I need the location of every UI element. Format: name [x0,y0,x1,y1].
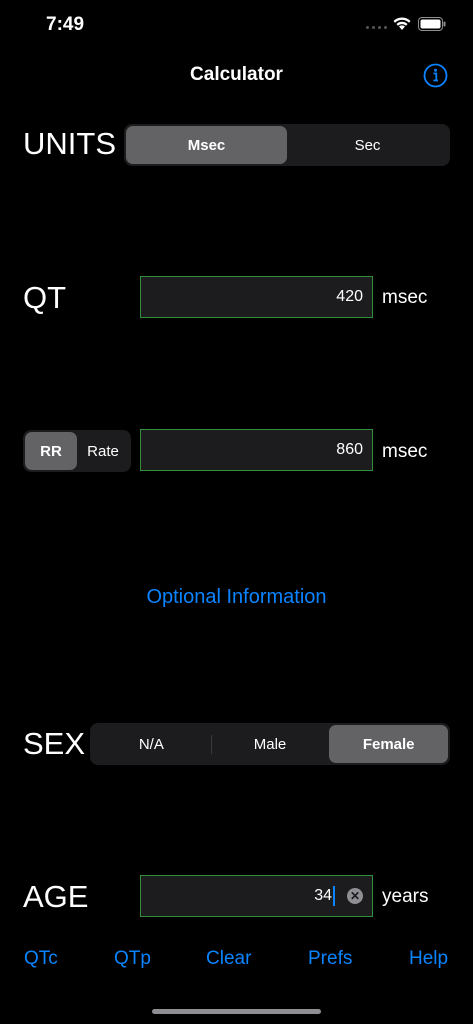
text-cursor [333,886,335,906]
battery-icon [418,17,446,31]
rr-option[interactable]: RR [25,432,77,470]
info-circle-icon[interactable] [423,63,448,88]
toolbar-qtp[interactable]: QTp [114,948,151,970]
toolbar-help[interactable]: Help [409,948,448,970]
qt-label: QT [23,280,67,315]
rate-option[interactable]: Rate [77,432,129,470]
status-time: 7:49 [46,14,85,35]
rr-rate-segmented-control[interactable]: RR Rate [23,430,131,472]
qt-input-value: 420 [336,288,363,305]
age-input[interactable]: 34 ✕ [140,875,373,917]
units-segmented-control[interactable]: Msec Sec [124,124,450,166]
sex-option-na[interactable]: N/A [92,725,211,763]
home-indicator [152,1009,321,1014]
cellular-signal-icon [366,26,387,29]
qt-unit-label: msec [382,287,428,308]
sex-option-male[interactable]: Male [210,725,330,763]
age-label: AGE [23,879,89,914]
wifi-icon [393,17,411,30]
rr-unit-label: msec [382,441,428,462]
sex-label: SEX [23,726,86,761]
sex-segmented-control[interactable]: N/A Male Female [90,723,450,765]
page-title: Calculator [190,64,283,85]
toolbar-qtc[interactable]: QTc [24,948,58,970]
units-label: UNITS [23,126,116,161]
units-option-msec[interactable]: Msec [126,126,287,164]
optional-information-link[interactable]: Optional Information [0,586,473,609]
age-input-value: 34 [314,887,332,904]
qt-input[interactable]: 420 [140,276,373,318]
units-option-sec[interactable]: Sec [287,126,448,164]
sex-option-female[interactable]: Female [329,725,449,763]
rr-input-value: 860 [336,441,363,458]
toolbar-prefs[interactable]: Prefs [308,948,352,970]
age-unit-label: years [382,886,429,907]
clear-field-icon[interactable]: ✕ [347,888,363,904]
rr-input[interactable]: 860 [140,429,373,471]
toolbar-clear[interactable]: Clear [206,948,251,970]
